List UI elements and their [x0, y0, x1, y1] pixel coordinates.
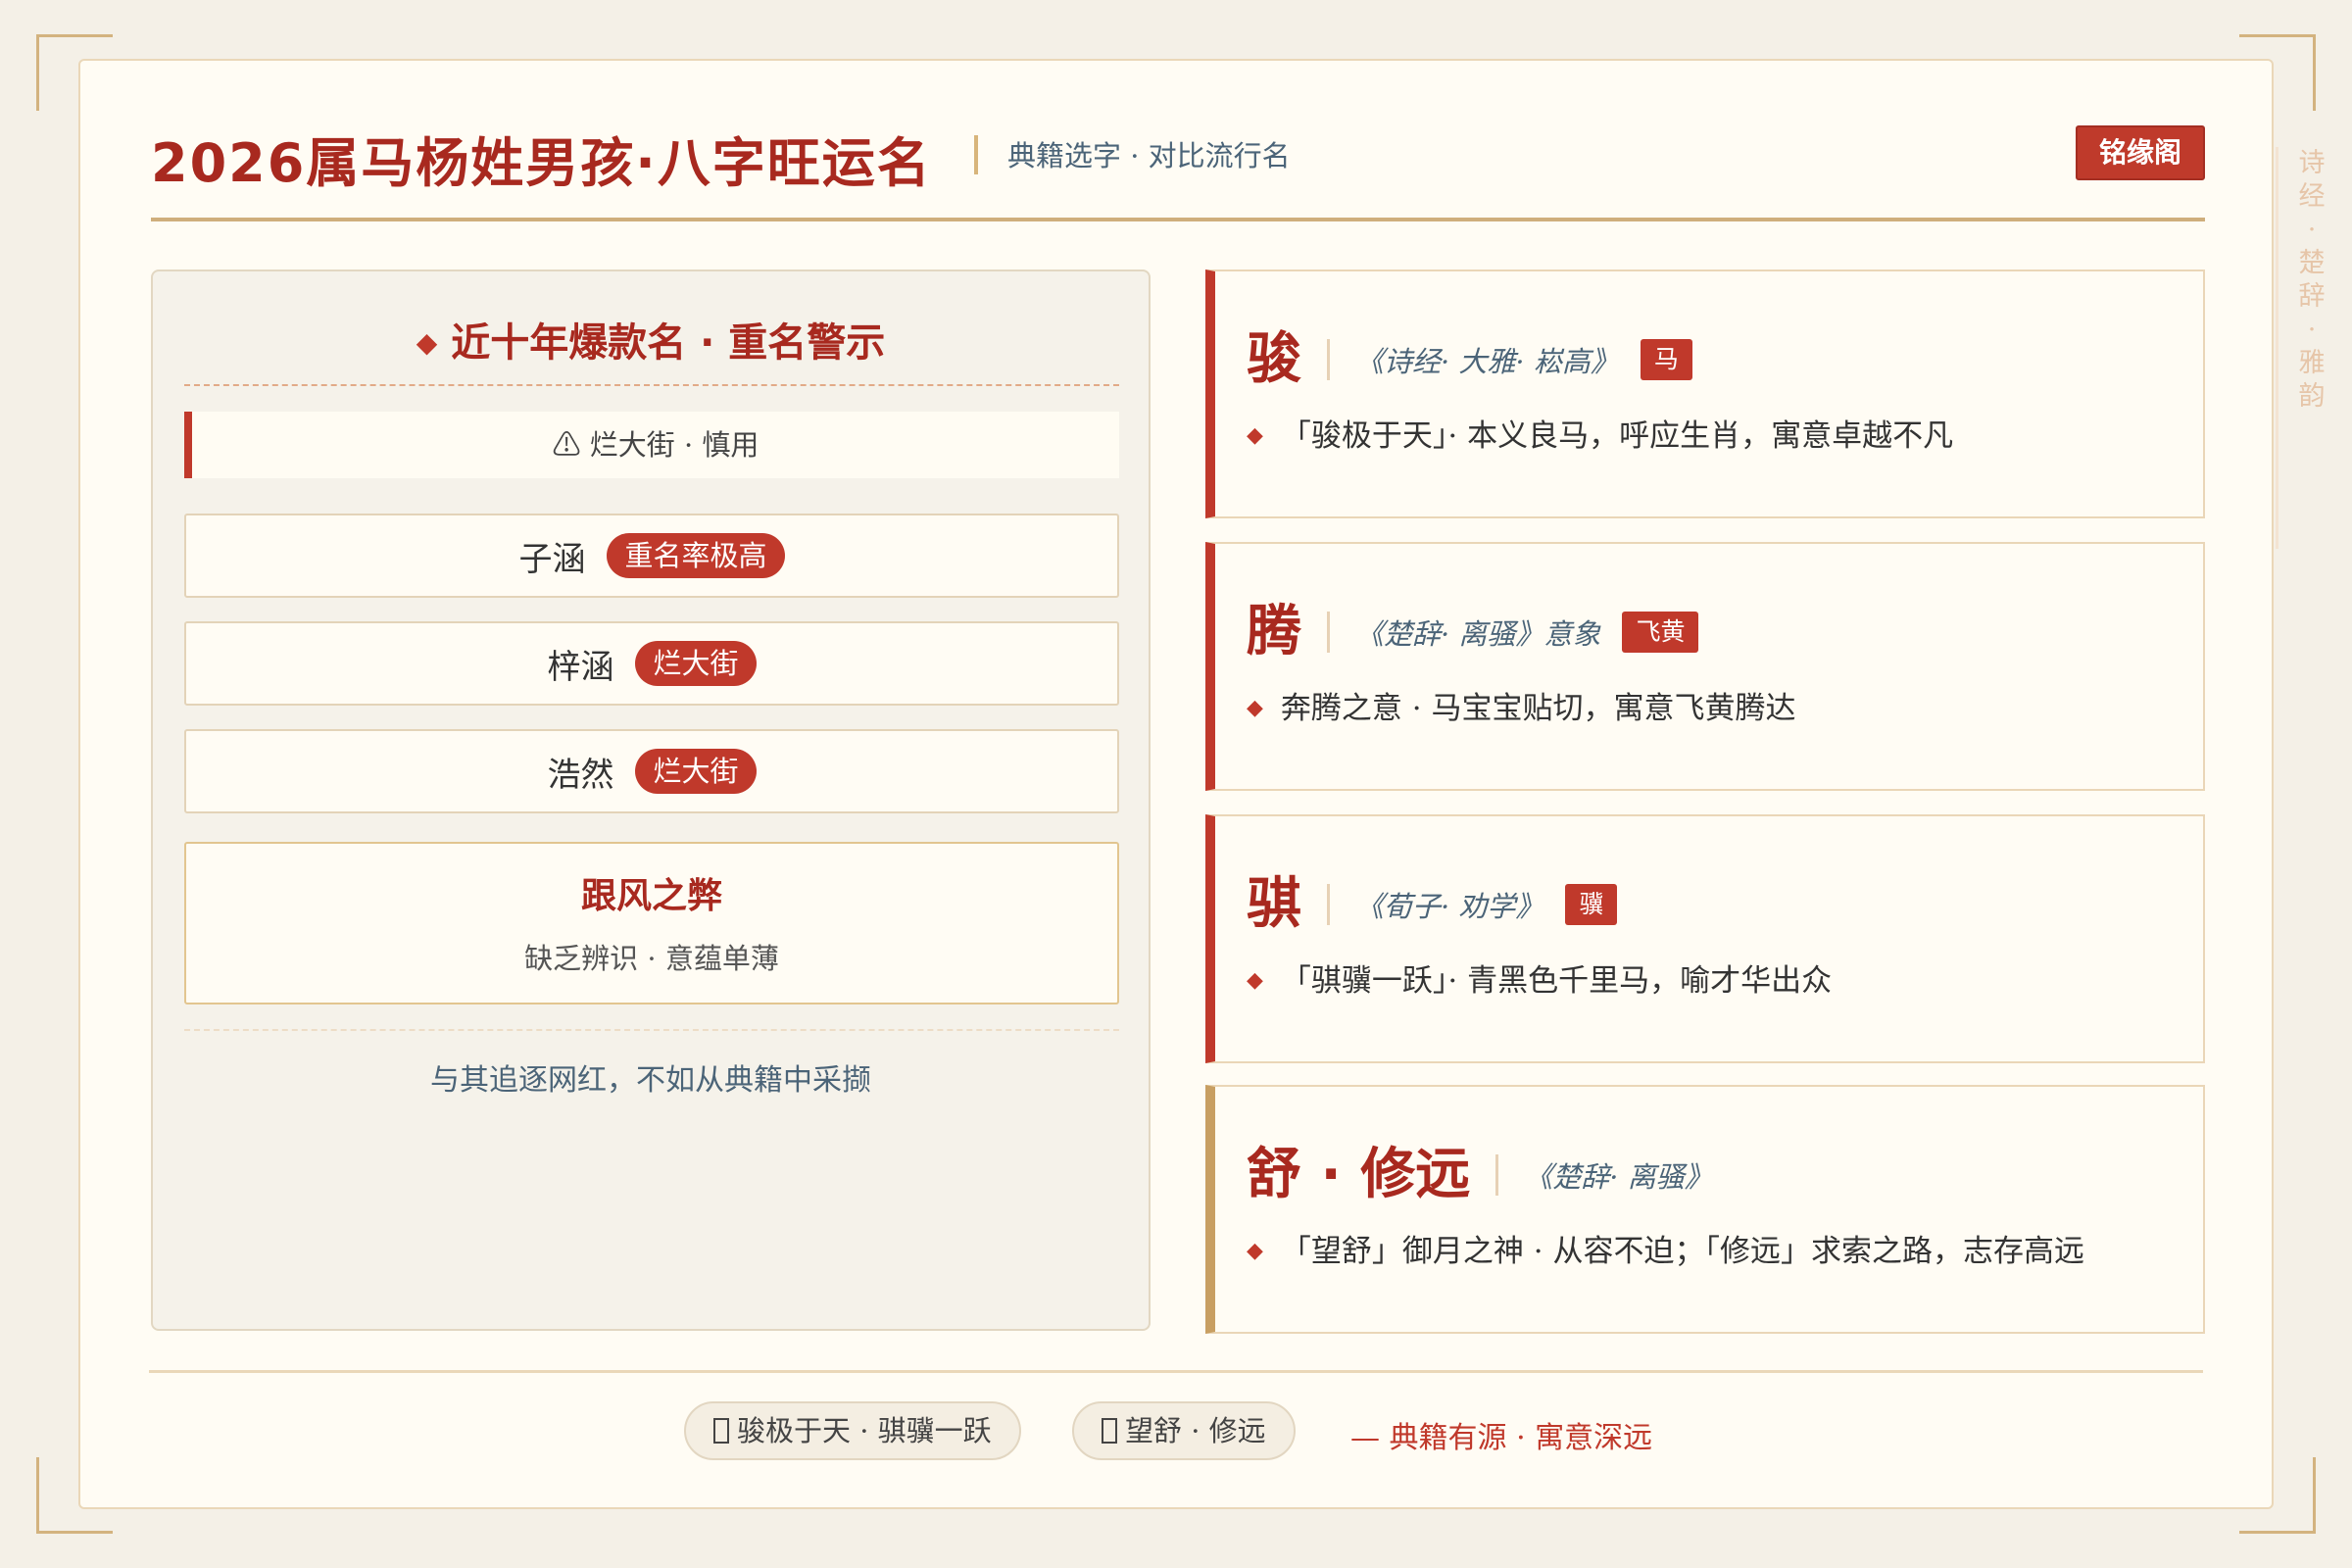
drawback-desc: 缺乏辨识 · 意蕴单薄 — [524, 942, 779, 975]
entry-desc-line: ◆ 奔腾之意 · 马宝宝贴切，寓意飞黄腾达 — [1247, 683, 1795, 727]
side-char: 雅 — [2298, 348, 2326, 378]
dashed-divider — [184, 384, 1119, 386]
status-badge: 烂大街 — [635, 749, 757, 794]
footer-motto: — 典籍有源 · 寓意深远 — [1350, 1421, 1653, 1455]
name-row[interactable]: 子涵 重名率极高 — [184, 514, 1119, 598]
header-rule — [151, 218, 2205, 221]
entry-tag: 骥 — [1565, 884, 1618, 925]
popular-names-panel: ◆ 近十年爆款名 · 重名警示 ⚠ 烂大街 · 慎用 子涵 重名率极高 梓涵 烂大… — [151, 270, 1151, 1331]
entry-char: 骏 — [1247, 327, 1301, 391]
side-vertical-text: 诗 经 · 楚 辞 · 雅 韵 — [2297, 147, 2327, 414]
footer-pill-label: 望舒 · 修远 — [1125, 1414, 1266, 1447]
popular-name: 子涵 — [518, 539, 586, 579]
main-card: 2026属马杨姓男孩·八字旺运名 典籍选字 · 对比流行名 铭缘阁 ◆ 近十年爆款… — [78, 59, 2274, 1509]
entry-desc: 奔腾之意 · 马宝宝贴切，寓意飞黄腾达 — [1280, 691, 1796, 726]
glyph-box-icon — [1102, 1418, 1117, 1444]
dashed-divider — [184, 1029, 1119, 1031]
popular-name: 浩然 — [547, 755, 614, 795]
brand-badge[interactable]: 铭缘阁 — [2075, 125, 2205, 180]
entry-desc: 「望舒」御月之神 · 从容不迫；「修远」求索之路，志存高远 — [1280, 1234, 2084, 1269]
footer-pill[interactable]: 骏极于天 · 骐骥一跃 — [684, 1401, 1021, 1460]
entry-source: 《楚辞· 离骚》 — [1524, 1160, 1713, 1194]
side-char: 诗 — [2298, 148, 2326, 178]
entry-char: 腾 — [1247, 600, 1301, 663]
name-row[interactable]: 梓涵 烂大街 — [184, 621, 1119, 706]
entry-divider — [1327, 612, 1330, 653]
footer-pill[interactable]: 望舒 · 修远 — [1072, 1401, 1296, 1460]
entry-source: 《荀子· 劝学》 — [1355, 890, 1544, 923]
footer-rule — [149, 1370, 2203, 1373]
side-char: 经 — [2298, 181, 2326, 212]
drawback-title: 跟风之弊 — [580, 876, 722, 916]
side-char: 楚 — [2298, 248, 2326, 278]
diamond-icon: ◆ — [416, 326, 438, 359]
diamond-icon: ◆ — [1247, 968, 1263, 993]
entry-divider — [1327, 339, 1330, 380]
drawback-box: 跟风之弊 缺乏辨识 · 意蕴单薄 — [184, 842, 1119, 1004]
entry-divider — [1495, 1154, 1499, 1196]
page-title: 2026属马杨姓男孩·八字旺运名 — [151, 132, 932, 194]
name-row[interactable]: 浩然 烂大街 — [184, 729, 1119, 813]
entry-divider — [1327, 884, 1330, 925]
footer-pill-label: 骏极于天 · 骐骥一跃 — [737, 1414, 992, 1447]
entry-tag: 飞黄 — [1622, 612, 1699, 653]
name-entry-card[interactable]: 骏 《诗经· 大雅· 崧高》 马 ◆ 「骏极于天」· 本义良马，呼应生肖，寓意卓越… — [1205, 270, 2205, 518]
entry-header: 骏 《诗经· 大雅· 崧高》 马 — [1247, 328, 1692, 391]
warning-bar: ⚠ 烂大街 · 慎用 — [184, 412, 1119, 478]
side-char: · — [2307, 215, 2317, 245]
name-entry-card[interactable]: 舒 · 修远 《楚辞· 离骚》 ◆ 「望舒」御月之神 · 从容不迫；「修远」求索之… — [1205, 1085, 2205, 1334]
panel-footer-note: 与其追逐网红，不如从典籍中采撷 — [430, 1063, 871, 1098]
name-entry-card[interactable]: 腾 《楚辞· 离骚》意象 飞黄 ◆ 奔腾之意 · 马宝宝贴切，寓意飞黄腾达 — [1205, 542, 2205, 791]
entry-header: 舒 · 修远 《楚辞· 离骚》 — [1247, 1144, 1713, 1206]
header: 2026属马杨姓男孩·八字旺运名 典籍选字 · 对比流行名 铭缘阁 — [151, 120, 2205, 214]
name-entry-card[interactable]: 骐 《荀子· 劝学》 骥 ◆ 「骐骥一跃」· 青黑色千里马，喻才华出众 — [1205, 814, 2205, 1063]
side-char: · — [2307, 315, 2317, 345]
side-char: 韵 — [2298, 381, 2326, 412]
entry-char: 舒 · 修远 — [1247, 1143, 1471, 1206]
panel-heading-text: 近十年爆款名 · 重名警示 — [451, 320, 886, 366]
entry-source: 《楚辞· 离骚》意象 — [1355, 617, 1601, 651]
popular-name: 梓涵 — [547, 647, 614, 687]
entry-desc: 「骏极于天」· 本义良马，呼应生肖，寓意卓越不凡 — [1280, 418, 1954, 454]
entry-header: 腾 《楚辞· 离骚》意象 飞黄 — [1247, 600, 1699, 663]
title-divider — [974, 135, 978, 174]
diamond-icon: ◆ — [1247, 696, 1263, 720]
panel-heading: ◆ 近十年爆款名 · 重名警示 — [153, 311, 1149, 368]
diamond-icon: ◆ — [1247, 1239, 1263, 1263]
entry-desc-line: ◆ 「骏极于天」· 本义良马，呼应生肖，寓意卓越不凡 — [1247, 411, 1953, 455]
entry-char: 骐 — [1247, 872, 1301, 936]
side-char: 辞 — [2298, 281, 2326, 312]
entry-header: 骐 《荀子· 劝学》 骥 — [1247, 872, 1618, 936]
entry-desc-line: ◆ 「望舒」御月之神 · 从容不迫；「修远」求索之路，志存高远 — [1247, 1226, 2084, 1270]
entry-source: 《诗经· 大雅· 崧高》 — [1355, 345, 1619, 378]
entry-desc-line: ◆ 「骐骥一跃」· 青黑色千里马，喻才华出众 — [1247, 956, 1832, 1000]
glyph-box-icon — [713, 1418, 729, 1444]
page-subtitle: 典籍选字 · 对比流行名 — [1007, 139, 1291, 172]
status-badge: 重名率极高 — [607, 533, 785, 578]
entry-desc: 「骐骥一跃」· 青黑色千里马，喻才华出众 — [1280, 963, 1833, 999]
side-divider — [2276, 147, 2278, 549]
status-badge: 烂大街 — [635, 641, 757, 686]
diamond-icon: ◆ — [1247, 423, 1263, 448]
entry-tag: 马 — [1640, 339, 1692, 380]
